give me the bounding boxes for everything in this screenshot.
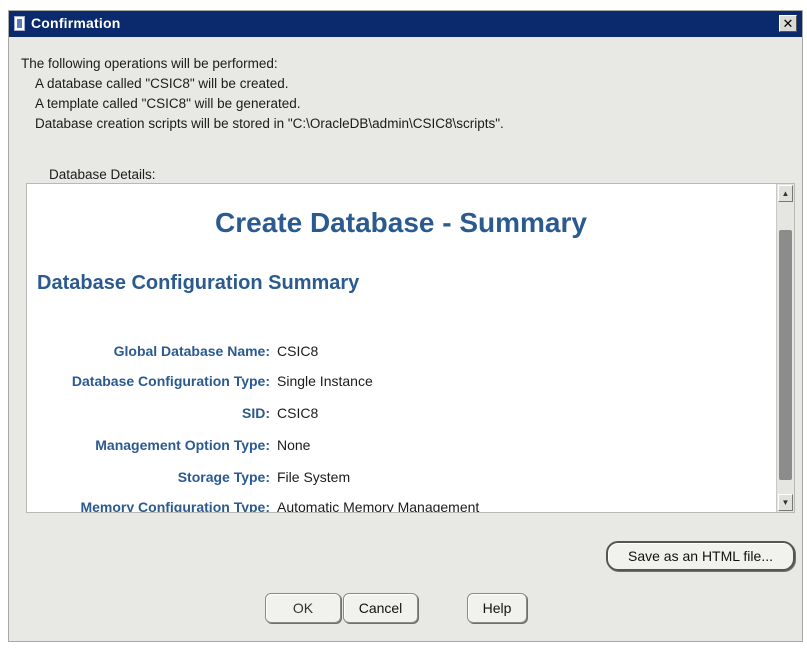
summary-value: None	[277, 437, 311, 453]
database-details-panel[interactable]: Create Database - Summary Database Confi…	[26, 183, 795, 513]
summary-value: CSIC8	[277, 405, 319, 421]
summary-value: Single Instance	[277, 373, 373, 389]
operations-summary: The following operations will be perform…	[21, 54, 504, 134]
summary-key: Storage Type:	[177, 469, 270, 485]
vertical-scrollbar[interactable]: ▲ ▼	[776, 184, 794, 512]
summary-key: Database Configuration Type:	[71, 373, 270, 389]
operation-line: A template called "CSIC8" will be genera…	[35, 96, 301, 111]
title-bar[interactable]: Confirmation ✕	[9, 11, 802, 37]
summary-key: SID:	[242, 405, 270, 421]
scroll-thumb[interactable]	[779, 230, 792, 480]
operations-heading: The following operations will be perform…	[21, 56, 278, 71]
scroll-up-button[interactable]: ▲	[778, 185, 793, 202]
ok-button[interactable]: OK	[265, 593, 341, 623]
summary-row: Management Option Type: None	[27, 437, 775, 459]
save-as-html-button[interactable]: Save as an HTML file...	[606, 541, 795, 571]
summary-row: Global Database Name: CSIC8	[27, 343, 775, 365]
summary-value: Automatic Memory Management	[277, 499, 480, 512]
scroll-down-button[interactable]: ▼	[778, 494, 793, 511]
close-button[interactable]: ✕	[779, 15, 797, 32]
section-title: Database Configuration Summary	[37, 272, 360, 294]
window-app-icon	[14, 16, 25, 31]
operation-line: A database called "CSIC8" will be create…	[35, 76, 289, 91]
summary-content: Create Database - Summary Database Confi…	[27, 184, 775, 512]
confirmation-dialog: Confirmation ✕ The following operations …	[8, 10, 803, 642]
close-icon: ✕	[782, 16, 794, 31]
summary-key: Memory Configuration Type:	[80, 499, 270, 512]
summary-value: File System	[277, 469, 351, 485]
summary-row: Memory Configuration Type: Automatic Mem…	[27, 499, 775, 512]
summary-row: Storage Type: File System	[27, 469, 775, 491]
arrow-up-icon: ▲	[781, 189, 790, 198]
summary-row: SID: CSIC8	[27, 405, 775, 427]
summary-title: Create Database - Summary	[215, 207, 587, 238]
database-details-label: Database Details:	[49, 167, 156, 182]
cancel-button[interactable]: Cancel	[343, 593, 418, 623]
help-button[interactable]: Help	[467, 593, 527, 623]
summary-key: Global Database Name:	[113, 343, 270, 359]
summary-value: CSIC8	[277, 343, 319, 359]
window-title: Confirmation	[31, 15, 121, 31]
arrow-down-icon: ▼	[781, 498, 790, 507]
summary-row: Database Configuration Type: Single Inst…	[27, 373, 775, 395]
summary-key: Management Option Type:	[95, 437, 270, 453]
operation-line: Database creation scripts will be stored…	[35, 116, 504, 131]
